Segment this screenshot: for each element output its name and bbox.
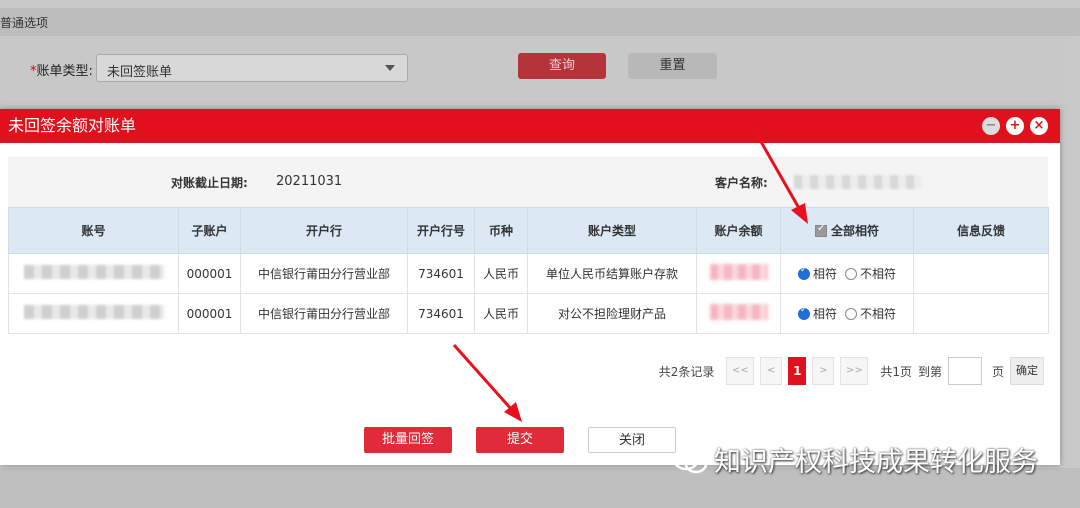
bank-code-cell: 734601 bbox=[407, 253, 475, 294]
account-type-cell: 单位人民币结算账户存款 bbox=[527, 253, 697, 294]
match-cell: 相符不相符 bbox=[780, 293, 914, 334]
reset-button[interactable]: 重置 bbox=[628, 53, 717, 79]
table-row: 000001 中信银行莆田分行营业部 734601 人民币 单位人民币结算账户存… bbox=[8, 253, 1049, 294]
goto-confirm-button[interactable]: 确定 bbox=[1010, 357, 1044, 385]
balance-redacted bbox=[709, 264, 768, 280]
minimize-icon[interactable]: − bbox=[982, 117, 1000, 135]
radio-mismatch[interactable] bbox=[845, 308, 857, 320]
info-row: 对账截止日期: 20211031 客户名称: bbox=[8, 157, 1048, 207]
sub-account-cell: 000001 bbox=[178, 253, 241, 294]
feedback-cell[interactable] bbox=[913, 293, 1049, 334]
goto-label: 到第 bbox=[917, 364, 942, 379]
chevron-down-icon bbox=[385, 65, 395, 71]
accounts-table: 账号 子账户 开户行 开户行号 币种 账户类型 账户余额 全部相符 信息反馈 0… bbox=[8, 207, 1049, 334]
batch-sign-button[interactable]: 批量回签 bbox=[364, 427, 452, 453]
total-records: 共2条记录 bbox=[658, 364, 715, 379]
wechat-icon bbox=[672, 447, 708, 474]
cutoff-date-value: 20211031 bbox=[276, 174, 343, 189]
radio-match-selected[interactable] bbox=[797, 305, 810, 320]
customer-name-redacted bbox=[794, 175, 922, 189]
col-bank: 开户行 bbox=[240, 207, 408, 254]
footer-buttons: 批量回签 提交 关闭 bbox=[364, 427, 676, 453]
feedback-cell[interactable] bbox=[913, 253, 1049, 294]
modal-title-bar[interactable]: 未回签余额对账单 − + × bbox=[0, 109, 1060, 143]
watermark-text: 知识产权科技成果转化服务 bbox=[714, 447, 1038, 478]
customer-name-label: 客户名称: bbox=[715, 176, 768, 190]
account-redacted bbox=[23, 305, 164, 319]
balance-cell bbox=[696, 293, 781, 334]
col-feedback: 信息反馈 bbox=[913, 207, 1049, 254]
page-1-button[interactable]: 1 bbox=[788, 357, 807, 385]
bill-type-label: *账单类型: bbox=[30, 64, 93, 79]
cutoff-date-label: 对账截止日期: bbox=[171, 176, 248, 190]
close-icon[interactable]: × bbox=[1030, 117, 1048, 135]
bill-type-value: 未回签账单 bbox=[107, 65, 173, 80]
match-cell: 相符不相符 bbox=[780, 253, 914, 294]
bank-cell: 中信银行莆田分行营业部 bbox=[240, 253, 408, 294]
balance-redacted bbox=[709, 304, 768, 320]
col-account-type: 账户类型 bbox=[527, 207, 697, 254]
page-number-input[interactable] bbox=[947, 357, 982, 385]
col-currency: 币种 bbox=[474, 207, 528, 254]
first-page-button[interactable]: << bbox=[726, 357, 755, 385]
radio-match-selected[interactable] bbox=[797, 265, 810, 280]
account-type-cell: 对公不担险理财产品 bbox=[527, 293, 697, 334]
bank-cell: 中信银行莆田分行营业部 bbox=[240, 293, 408, 334]
watermark: 知识产权科技成果转化服务 bbox=[672, 440, 1038, 479]
checkbox-icon[interactable] bbox=[814, 223, 827, 237]
balance-cell bbox=[696, 253, 781, 294]
table-header-row: 账号 子账户 开户行 开户行号 币种 账户类型 账户余额 全部相符 信息反馈 bbox=[8, 207, 1049, 254]
radio-mismatch[interactable] bbox=[845, 268, 857, 280]
col-account: 账号 bbox=[8, 207, 179, 254]
account-redacted bbox=[23, 265, 164, 279]
table-row: 000001 中信银行莆田分行营业部 734601 人民币 对公不担险理财产品 … bbox=[8, 293, 1049, 334]
next-page-button[interactable]: > bbox=[812, 357, 835, 385]
query-button[interactable]: 查询 bbox=[518, 53, 606, 79]
col-sub-account: 子账户 bbox=[178, 207, 241, 254]
sub-account-cell: 000001 bbox=[178, 293, 241, 334]
modal-title: 未回签余额对账单 bbox=[8, 116, 137, 135]
page-unit-label: 页 bbox=[991, 364, 1004, 379]
total-pages: 共1页 bbox=[880, 364, 912, 379]
currency-cell: 人民币 bbox=[474, 293, 528, 334]
account-cell bbox=[8, 253, 179, 294]
col-bank-code: 开户行号 bbox=[407, 207, 475, 254]
col-all-match[interactable]: 全部相符 bbox=[780, 207, 914, 254]
section-header: 普通选项 bbox=[0, 8, 1080, 36]
maximize-icon[interactable]: + bbox=[1006, 117, 1024, 135]
reconciliation-modal: 未回签余额对账单 − + × 对账截止日期: 20211031 客户名称: 账号… bbox=[0, 109, 1060, 465]
col-balance: 账户余额 bbox=[696, 207, 781, 254]
account-cell bbox=[8, 293, 179, 334]
currency-cell: 人民币 bbox=[474, 253, 528, 294]
modal-controls: − + × bbox=[982, 117, 1048, 135]
submit-button[interactable]: 提交 bbox=[476, 427, 564, 453]
close-button[interactable]: 关闭 bbox=[588, 427, 676, 453]
bank-code-cell: 734601 bbox=[407, 293, 475, 334]
section-title: 普通选项 bbox=[0, 16, 49, 30]
bill-type-select[interactable]: 未回签账单 bbox=[96, 54, 408, 82]
pagination: 共2条记录 << < 1 > >> 共1页 到第 页 确定 bbox=[659, 357, 1044, 385]
last-page-button[interactable]: >> bbox=[840, 357, 869, 385]
prev-page-button[interactable]: < bbox=[760, 357, 783, 385]
modal-body: 对账截止日期: 20211031 客户名称: 账号 子账户 开户行 开户行号 币… bbox=[8, 157, 1049, 334]
